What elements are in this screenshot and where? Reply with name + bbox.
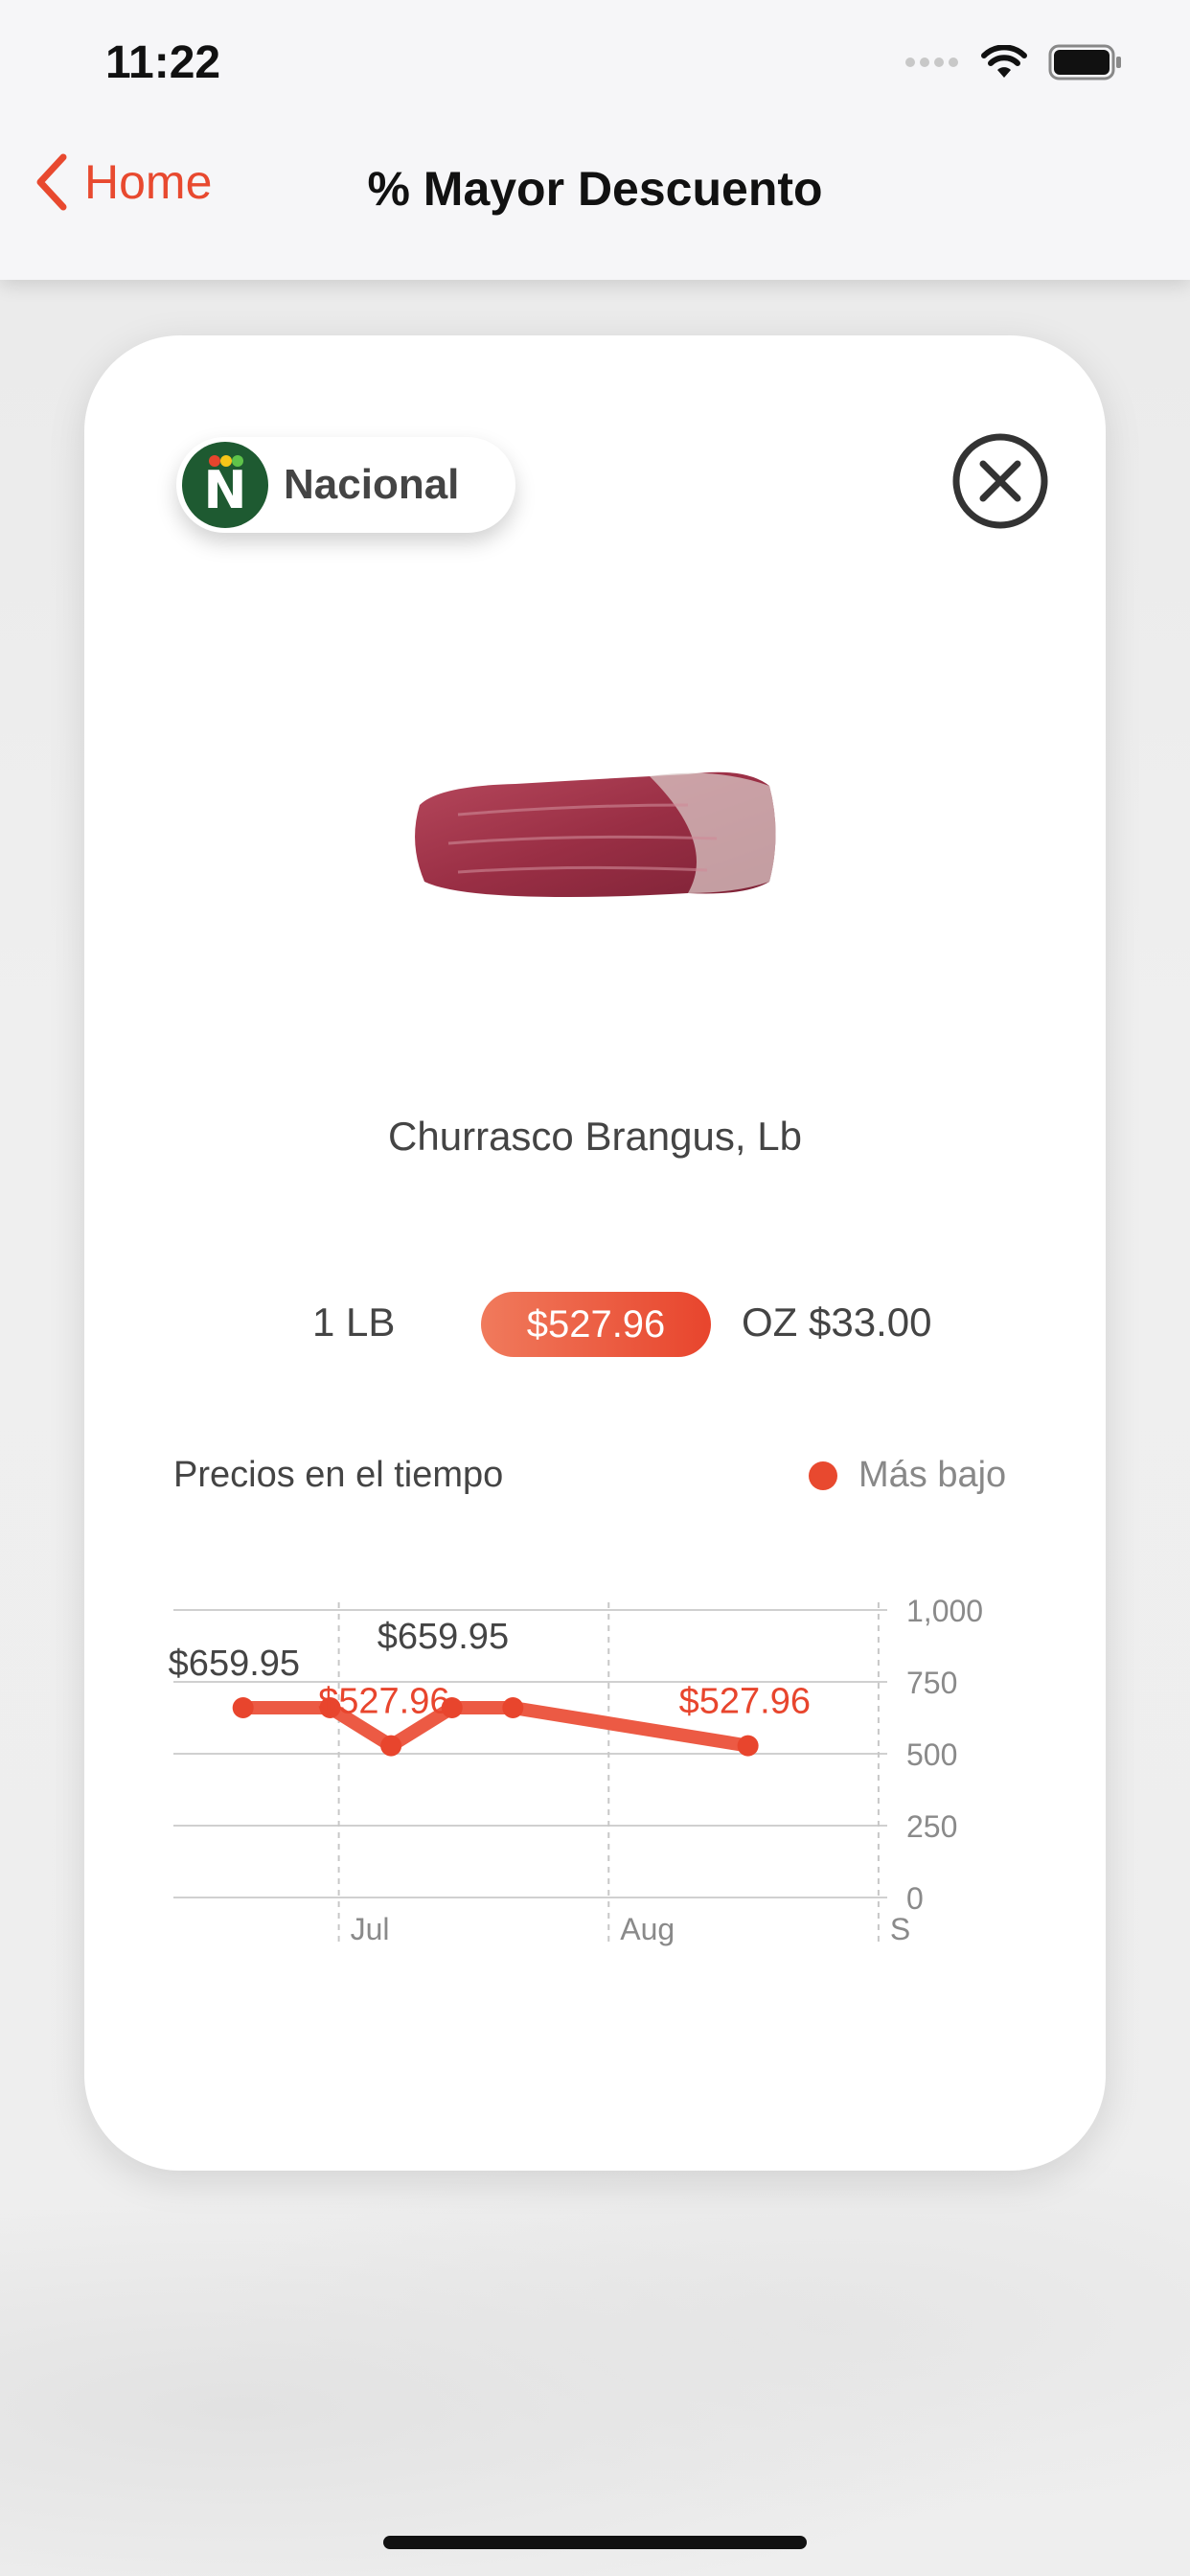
background-blur bbox=[0, 2156, 1190, 2576]
price-row: 1 LB $527.96 OZ $33.00 bbox=[84, 1292, 1106, 1359]
page-title: % Mayor Descuento bbox=[367, 162, 823, 216]
x-tick-label: S bbox=[890, 1912, 910, 1946]
data-label: $659.95 bbox=[169, 1644, 300, 1684]
y-tick-label: 500 bbox=[906, 1737, 957, 1772]
price-badge: $527.96 bbox=[481, 1292, 711, 1357]
legend-label: Más bajo bbox=[858, 1455, 1007, 1495]
store-badge[interactable]: N Nacional bbox=[176, 437, 515, 533]
x-tick-label: Aug bbox=[620, 1912, 675, 1946]
chart-legend: Más bajo bbox=[809, 1455, 1006, 1496]
product-name: Churrasco Brangus, Lb bbox=[388, 1114, 802, 1159]
y-tick-label: 750 bbox=[906, 1666, 957, 1700]
data-point bbox=[502, 1697, 524, 1719]
status-icons bbox=[904, 44, 1123, 80]
navigation-bar: 11:22 Home % Mayor Descuento bbox=[0, 0, 1190, 280]
close-button[interactable] bbox=[952, 433, 1048, 529]
signal-icon bbox=[905, 58, 958, 67]
status-time: 11:22 bbox=[105, 37, 221, 88]
data-point bbox=[232, 1697, 254, 1719]
unit-label: 1 LB bbox=[312, 1300, 396, 1345]
data-label: $659.95 bbox=[378, 1617, 509, 1657]
logo-dot-yellow bbox=[220, 455, 232, 467]
y-tick-label: 1,000 bbox=[906, 1594, 983, 1628]
store-logo: N bbox=[182, 442, 268, 528]
oz-price: OZ $33.00 bbox=[742, 1300, 932, 1345]
data-label: $527.96 bbox=[679, 1682, 811, 1722]
logo-dot-green bbox=[232, 455, 243, 467]
legend-dot bbox=[809, 1460, 837, 1490]
data-label: $527.96 bbox=[318, 1682, 449, 1722]
y-tick-label: 0 bbox=[906, 1881, 924, 1916]
data-point bbox=[737, 1735, 759, 1757]
battery-icon bbox=[1048, 44, 1121, 80]
x-tick-label: Jul bbox=[351, 1912, 390, 1946]
wifi-icon bbox=[981, 45, 1027, 78]
logo-dot-red bbox=[209, 455, 220, 467]
chart-title: Precios en el tiempo bbox=[173, 1455, 504, 1495]
y-tick-label: 250 bbox=[906, 1809, 957, 1844]
home-indicator[interactable] bbox=[383, 2536, 807, 2549]
data-point bbox=[380, 1735, 402, 1757]
logo-letter: N bbox=[203, 459, 247, 520]
store-name: Nacional bbox=[284, 461, 460, 508]
product-image bbox=[415, 771, 776, 897]
product-card: N Nacional Churrasco Brangus, Lb 1 LB $5… bbox=[84, 335, 1106, 2171]
screen: 11:22 Home % Mayor Descuento N Nacional … bbox=[0, 0, 1190, 2576]
price-chart: 0 250 500 750 1,000 Jul Aug S $659.95 $527.96 $659… bbox=[169, 1594, 983, 1947]
